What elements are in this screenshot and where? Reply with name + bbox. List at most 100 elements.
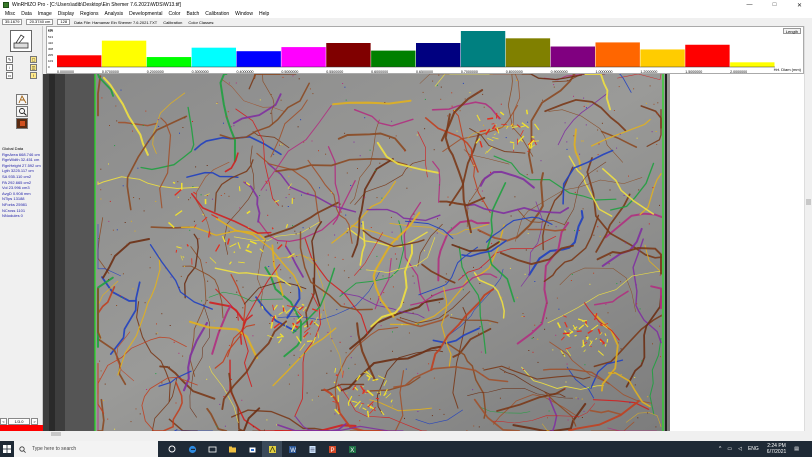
page-counter-value: 1/3.0 (8, 418, 30, 425)
cortana-icon[interactable] (162, 441, 182, 457)
root-scan-image[interactable] (43, 74, 670, 431)
menu-window[interactable]: Window (232, 11, 256, 17)
histogram-bar (595, 42, 640, 67)
histogram-bar (416, 43, 461, 67)
winrhizo-taskbar-icon[interactable] (262, 441, 282, 457)
search-icon (19, 445, 26, 453)
histogram-bar (640, 49, 685, 67)
clock-date: 6/7/2021 (766, 449, 787, 455)
histogram-y-tick: 513 (48, 35, 53, 39)
pencil-tool-icon[interactable]: ✎ (6, 56, 13, 63)
calibration-label: Calibration (163, 19, 183, 25)
histogram-bar (326, 43, 371, 67)
scan-tool-button[interactable] (10, 30, 32, 52)
minimize-button[interactable]: — (737, 0, 762, 10)
network-icon[interactable]: ▭ (727, 446, 732, 452)
taskbar-pinned-apps: W P X (162, 441, 362, 457)
histogram-y-tick: 103 (48, 59, 53, 63)
histogram-bar (730, 62, 775, 67)
histogram-bar (281, 47, 326, 67)
menu-display[interactable]: Display (55, 11, 77, 17)
global-data-row: NNodules 0 (2, 213, 23, 219)
root-tool-icon[interactable] (16, 94, 28, 105)
histogram-bar (371, 50, 416, 67)
root-image-canvas (43, 74, 670, 431)
windows-logo-icon (3, 445, 11, 453)
next-page-button[interactable]: > (31, 418, 38, 425)
menu-calibration[interactable]: Calibration (202, 11, 232, 17)
excel-icon[interactable]: X (342, 441, 362, 457)
app-window: WinRHIZO Pro - [C:\Users\adib\Desktop\Ei… (0, 0, 812, 457)
histogram-bar (146, 57, 192, 67)
taskbar-search-box[interactable]: Type here to search (14, 441, 158, 457)
histogram-bar (685, 44, 730, 67)
histogram-bar (460, 31, 506, 67)
histogram-y-tick: 308 (48, 47, 53, 51)
horizontal-scrollbar[interactable] (43, 431, 812, 437)
histogram-bar (57, 55, 102, 67)
svg-text:W: W (290, 448, 296, 454)
color-tool-icon[interactable] (16, 118, 28, 129)
tray-overflow-icon[interactable]: ^ (719, 446, 721, 452)
menu-analysis[interactable]: Analysis (102, 11, 127, 17)
volume-icon[interactable]: ◁ (738, 446, 742, 452)
task-view-icon[interactable] (202, 441, 222, 457)
maximize-button[interactable]: □ (762, 0, 787, 10)
magnify-tool-icon[interactable] (16, 106, 28, 117)
title-bar: WinRHIZO Pro - [C:\Users\adib\Desktop\Ei… (0, 0, 812, 10)
start-button[interactable] (0, 441, 14, 457)
search-placeholder: Type here to search (32, 446, 77, 452)
histogram-y-tick: 205 (48, 53, 53, 57)
region-tool-icon[interactable]: ▢ (30, 56, 37, 63)
histogram-bar (236, 51, 281, 67)
powerpoint-icon[interactable]: P (322, 441, 342, 457)
word-icon[interactable]: W (282, 441, 302, 457)
menu-regions[interactable]: Regions (77, 11, 101, 17)
edge-icon[interactable] (182, 441, 202, 457)
vertical-scrollbar[interactable] (804, 26, 812, 431)
cursor-value-field: 35.1679 (2, 19, 23, 25)
global-data-row: RgnWidth 32.451 cm (2, 157, 40, 163)
line-tool-icon[interactable]: / (6, 64, 13, 71)
page-counter: < 1/3.0 > (0, 418, 43, 425)
warning-tool-icon[interactable]: ! (30, 72, 37, 79)
menu-misc[interactable]: Misc (2, 11, 18, 17)
histogram-bar (191, 47, 236, 67)
cursor-position-field: 20.3740 cm (26, 19, 54, 25)
erase-tool-icon[interactable]: ▭ (6, 72, 13, 79)
scanner-icon (13, 34, 29, 49)
status-color-bar (0, 425, 43, 431)
close-button[interactable]: ✕ (787, 0, 812, 10)
window-controls: — □ ✕ (737, 0, 812, 10)
menu-help[interactable]: Help (256, 11, 272, 17)
histogram-y-tick: 0 (48, 65, 50, 69)
window-title: WinRHIZO Pro - [C:\Users\adib\Desktop\Ei… (12, 2, 181, 8)
histogram-bar (550, 46, 595, 67)
histogram-x-title: Hrt. Diam (mm) (773, 67, 801, 72)
diameter-histogram: cm Length 615 513 410 308 205 103 0 0.0000000 0.… (46, 26, 804, 74)
color-classes-label: Color Classes: (188, 19, 215, 25)
global-data-panel: Global Data RgnArea 668.746 cm RgnWidth … (2, 146, 41, 219)
histogram-bar (101, 40, 147, 67)
histogram-y-tick: 410 (48, 41, 53, 45)
menu-image[interactable]: Image (35, 11, 55, 17)
select-tool-icon[interactable]: ◫ (30, 64, 37, 71)
prev-page-button[interactable]: < (0, 418, 7, 425)
menu-developmental[interactable]: Developmental (126, 11, 165, 17)
notepad-icon[interactable] (302, 441, 322, 457)
file-explorer-icon[interactable] (222, 441, 242, 457)
menu-batch[interactable]: Batch (183, 11, 202, 17)
menu-data[interactable]: Data (18, 11, 35, 17)
left-tool-panel: ✎ ▢ / ◫ ▭ ! Global Data RgnArea 668.746 … (0, 26, 43, 431)
taskbar-clock[interactable]: 2:24 PM 6/7/2021 (767, 443, 786, 455)
notification-center-icon[interactable]: ▤ (794, 446, 799, 452)
svg-text:X: X (350, 448, 354, 454)
vertical-scroll-thumb[interactable] (806, 199, 811, 205)
histogram-chart: 61551341030820510300.0000000 0.0700000 0.2… (48, 29, 775, 74)
language-indicator[interactable]: ENG (748, 446, 759, 452)
data-file-label: Data File: Hamamar Ein Shemer 7.6.2021.T… (74, 19, 158, 25)
winrhizo-app-icon[interactable] (3, 2, 9, 8)
store-icon[interactable] (242, 441, 262, 457)
horizontal-scroll-thumb[interactable] (51, 432, 61, 436)
menu-color[interactable]: Color (166, 11, 184, 17)
